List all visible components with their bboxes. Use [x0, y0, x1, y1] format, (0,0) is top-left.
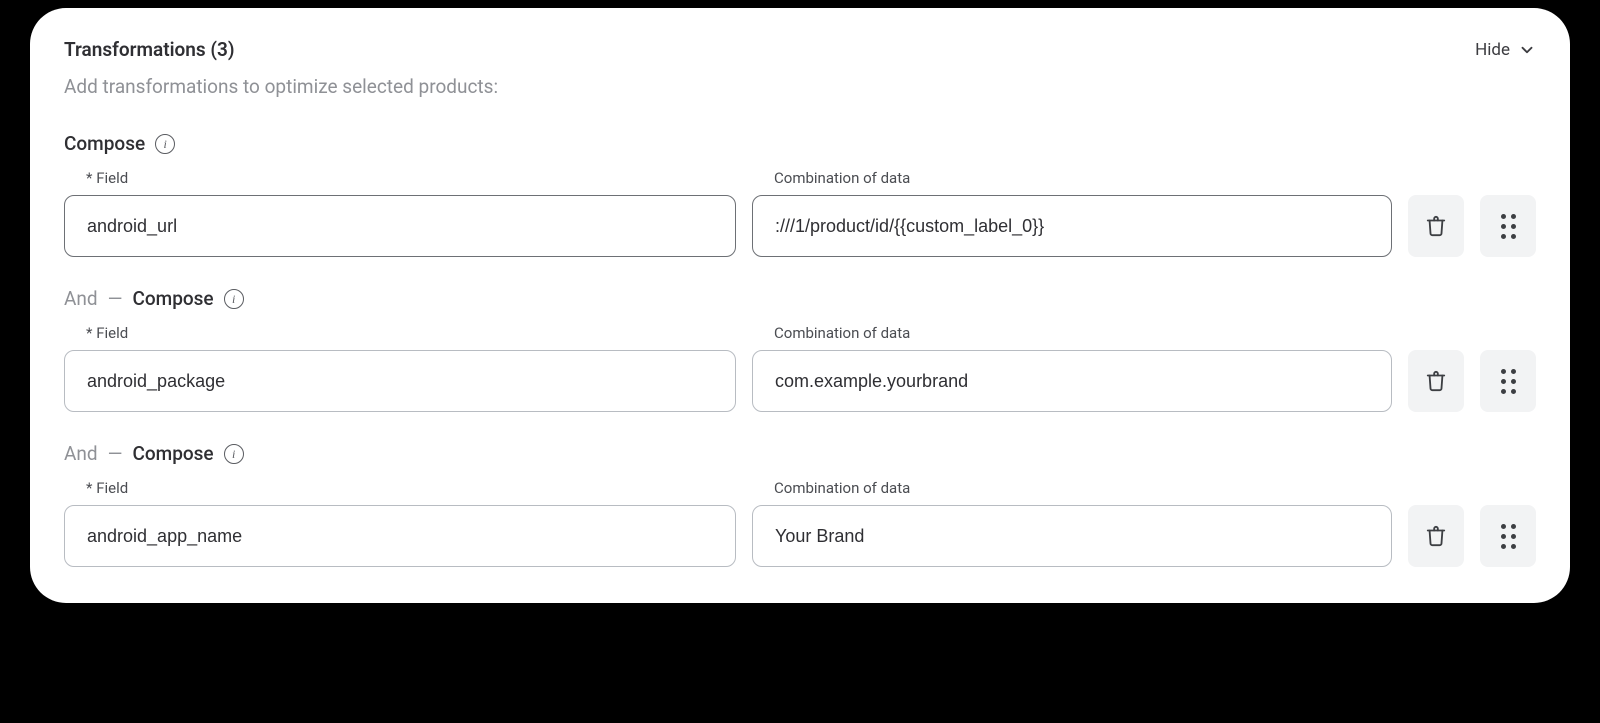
dash-text: — [108, 442, 123, 465]
transformation-row: Field Combination of data [64, 479, 1536, 567]
trash-icon [1425, 525, 1447, 547]
field-label: Field [86, 169, 736, 187]
combination-label: Combination of data [774, 324, 1392, 342]
field-column: Field [64, 479, 736, 567]
compose-label-3: And — Compose i [64, 442, 1536, 465]
delete-button[interactable] [1408, 505, 1464, 567]
field-input[interactable] [64, 505, 736, 567]
field-column: Field [64, 324, 736, 412]
compose-text: Compose [132, 287, 213, 310]
combination-input[interactable] [752, 505, 1392, 567]
combination-input[interactable] [752, 350, 1392, 412]
combination-input[interactable] [752, 195, 1392, 257]
compose-label-2: And — Compose i [64, 287, 1536, 310]
field-input[interactable] [64, 195, 736, 257]
combination-label: Combination of data [774, 169, 1392, 187]
card-header: Transformations (3) Hide [64, 38, 1536, 61]
combination-label: Combination of data [774, 479, 1392, 497]
and-text: And [64, 442, 98, 465]
transformations-card: Transformations (3) Hide Add transformat… [30, 8, 1570, 603]
data-column: Combination of data [752, 169, 1392, 257]
info-icon[interactable]: i [224, 444, 244, 464]
drag-handle[interactable] [1480, 195, 1536, 257]
title-count: (3) [210, 38, 234, 61]
info-icon[interactable]: i [224, 289, 244, 309]
data-column: Combination of data [752, 479, 1392, 567]
title-text: Transformations [64, 38, 206, 61]
field-label: Field [86, 324, 736, 342]
compose-label-1: Compose i [64, 132, 1536, 155]
section-title: Transformations (3) [64, 38, 235, 61]
drag-icon [1501, 524, 1516, 549]
drag-icon [1501, 214, 1516, 239]
drag-handle[interactable] [1480, 505, 1536, 567]
delete-button[interactable] [1408, 195, 1464, 257]
subtitle: Add transformations to optimize selected… [64, 75, 1536, 98]
trash-icon [1425, 370, 1447, 392]
info-icon[interactable]: i [155, 134, 175, 154]
hide-toggle[interactable]: Hide [1475, 40, 1536, 60]
compose-text: Compose [64, 132, 145, 155]
data-column: Combination of data [752, 324, 1392, 412]
hide-label: Hide [1475, 40, 1510, 60]
field-input[interactable] [64, 350, 736, 412]
drag-handle[interactable] [1480, 350, 1536, 412]
compose-text: Compose [132, 442, 213, 465]
transformation-row: Field Combination of data [64, 169, 1536, 257]
trash-icon [1425, 215, 1447, 237]
and-text: And [64, 287, 98, 310]
dash-text: — [108, 287, 123, 310]
field-label: Field [86, 479, 736, 497]
transformation-row: Field Combination of data [64, 324, 1536, 412]
drag-icon [1501, 369, 1516, 394]
chevron-down-icon [1518, 41, 1536, 59]
delete-button[interactable] [1408, 350, 1464, 412]
field-column: Field [64, 169, 736, 257]
